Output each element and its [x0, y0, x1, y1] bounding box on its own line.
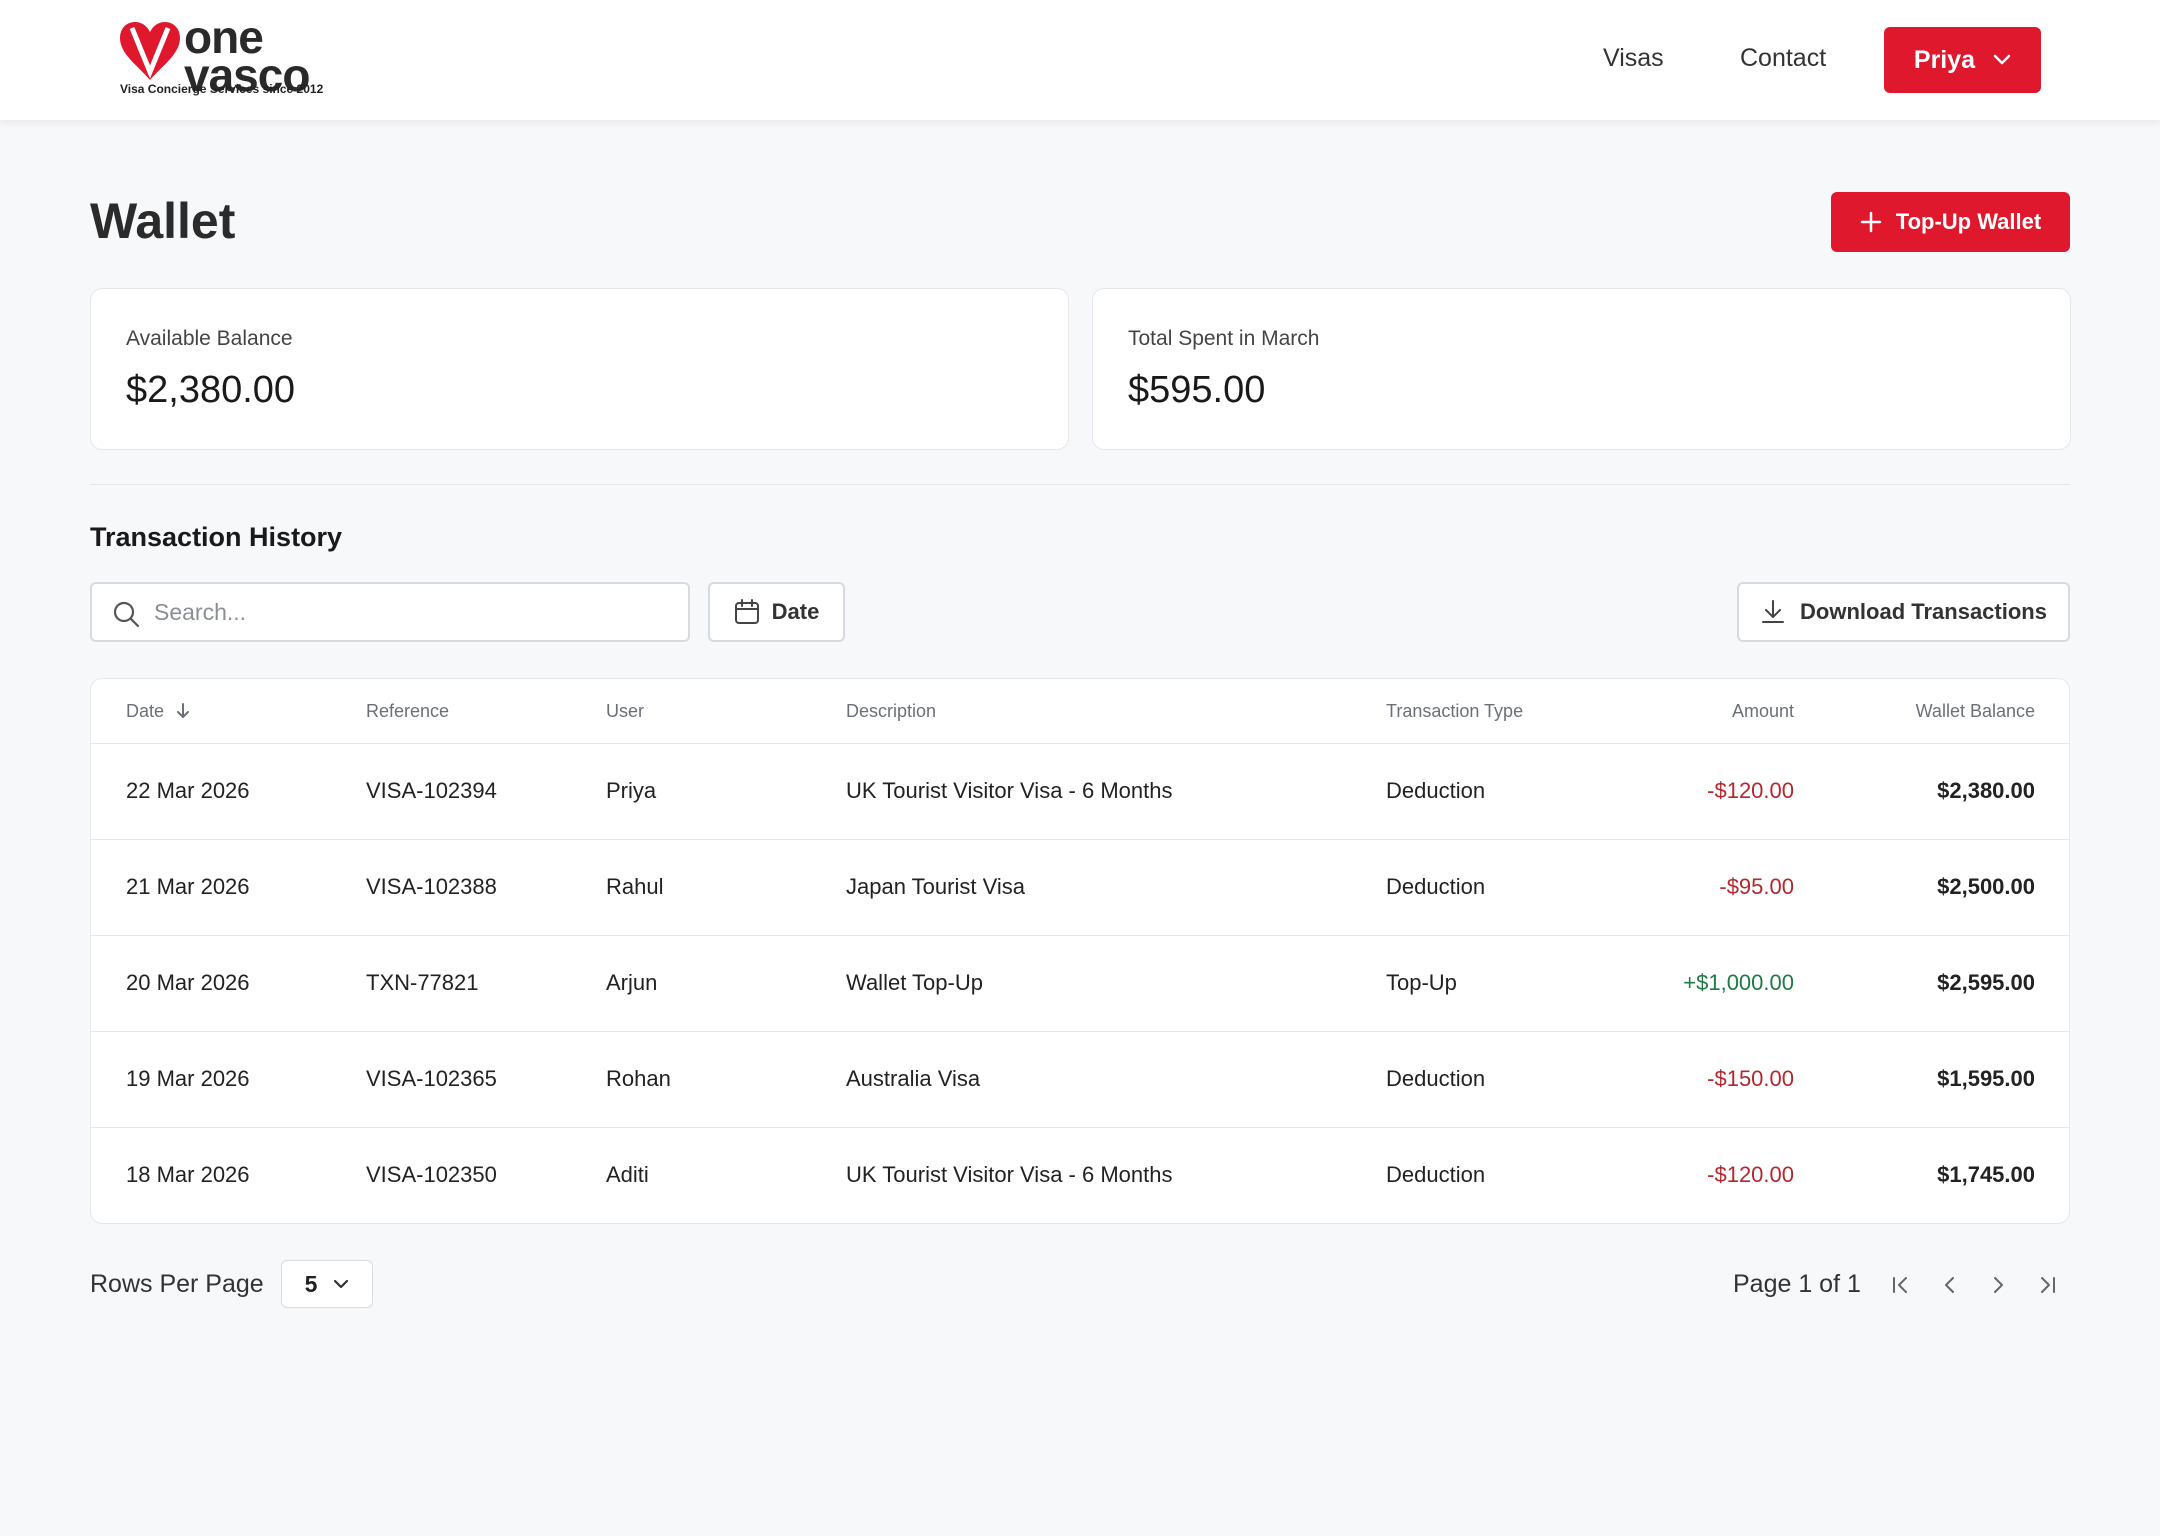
nav-link-visas[interactable]: Visas	[1603, 44, 1664, 73]
first-page-button[interactable]	[1886, 1270, 1916, 1300]
cell-wallet-balance: $1,595.00	[1937, 1066, 2035, 1091]
table-row[interactable]: 18 Mar 2026 VISA-102350 Aditi UK Tourist…	[91, 1128, 2069, 1223]
cell-amount: -$95.00	[1719, 874, 1794, 899]
cell-description: Australia Visa	[846, 1066, 981, 1091]
cell-amount: -$120.00	[1707, 1162, 1794, 1187]
next-page-button[interactable]	[1983, 1270, 2013, 1300]
cell-transaction-type: Deduction	[1386, 874, 1486, 899]
nav-link-contact[interactable]: Contact	[1740, 44, 1826, 73]
cell-amount: -$150.00	[1707, 1066, 1794, 1091]
user-menu-label: Priya	[1913, 45, 1976, 74]
cell-description: UK Tourist Visitor Visa - 6 Months	[846, 1162, 1173, 1187]
date-filter-label: Date	[771, 599, 820, 624]
search-input[interactable]	[154, 594, 674, 630]
column-header-wallet-balance: Wallet Balance	[1915, 701, 2035, 721]
column-header-date-label: Date	[126, 701, 165, 721]
transaction-history-title: Transaction History	[90, 522, 343, 552]
section-divider	[90, 484, 2070, 485]
cell-amount: -$120.00	[1707, 778, 1794, 803]
cell-description: UK Tourist Visitor Visa - 6 Months	[846, 778, 1173, 803]
table-row[interactable]: 22 Mar 2026 VISA-102394 Priya UK Tourist…	[91, 744, 2069, 840]
cell-user: Priya	[606, 778, 657, 803]
chevron-down-icon	[334, 1279, 349, 1289]
top-navigation-bar: one vasco Visa Concierge Services since …	[0, 0, 2160, 120]
chevrons-first-icon	[1893, 1277, 1907, 1293]
calendar-icon	[734, 599, 759, 624]
onevasco-logo[interactable]: one vasco Visa Concierge Services since …	[118, 14, 338, 102]
column-header-date[interactable]: Date	[126, 701, 191, 722]
download-transactions-button[interactable]: Download Transactions	[1737, 582, 2070, 642]
cell-reference: VISA-102394	[366, 778, 497, 803]
page-info: Page 1 of 1	[1733, 1270, 1861, 1298]
heart-logo-icon	[120, 22, 180, 80]
chevrons-last-icon	[2041, 1277, 2055, 1293]
cell-description: Wallet Top-Up	[846, 970, 983, 995]
last-page-button[interactable]	[2032, 1270, 2062, 1300]
cell-wallet-balance: $1,745.00	[1937, 1162, 2035, 1187]
total-spent-value: $595.00	[1128, 369, 1266, 411]
table-row[interactable]: 20 Mar 2026 TXN-77821 Arjun Wallet Top-U…	[91, 936, 2069, 1032]
cell-date: 22 Mar 2026	[126, 778, 250, 803]
column-header-transaction-type: Transaction Type	[1386, 701, 1524, 721]
cell-transaction-type: Deduction	[1386, 778, 1486, 803]
cell-date: 20 Mar 2026	[126, 970, 250, 995]
chevron-right-icon	[1994, 1277, 2003, 1293]
total-spent-card: Total Spent in March $595.00	[1092, 288, 2071, 450]
available-balance-label: Available Balance	[126, 327, 293, 350]
page-title: Wallet	[90, 193, 236, 249]
column-header-description: Description	[846, 701, 937, 721]
cell-transaction-type: Top-Up	[1386, 970, 1457, 995]
cell-reference: TXN-77821	[366, 970, 479, 995]
top-up-wallet-label: Top-Up Wallet	[1895, 209, 2042, 234]
column-header-reference: Reference	[366, 701, 450, 721]
cell-date: 19 Mar 2026	[126, 1066, 250, 1091]
rows-per-page-select[interactable]: 5	[281, 1260, 373, 1308]
search-field[interactable]	[90, 582, 690, 642]
cell-reference: VISA-102388	[366, 874, 497, 899]
transactions-table: Date Reference User Description Transact…	[90, 678, 2070, 1224]
plus-icon	[1860, 211, 1882, 233]
cell-reference: VISA-102365	[366, 1066, 497, 1091]
total-spent-label: Total Spent in March	[1128, 327, 1320, 350]
cell-wallet-balance: $2,500.00	[1937, 874, 2035, 899]
cell-transaction-type: Deduction	[1386, 1066, 1486, 1091]
column-header-amount: Amount	[1731, 701, 1794, 721]
arrow-down-icon	[177, 703, 190, 718]
cell-user: Arjun	[606, 970, 658, 995]
cell-wallet-balance: $2,380.00	[1937, 778, 2035, 803]
available-balance-card: Available Balance $2,380.00	[90, 288, 1069, 450]
cell-date: 21 Mar 2026	[126, 874, 250, 899]
table-row[interactable]: 19 Mar 2026 VISA-102365 Rohan Australia …	[91, 1032, 2069, 1128]
user-menu-button[interactable]: Priya	[1884, 27, 2041, 93]
table-row[interactable]: 21 Mar 2026 VISA-102388 Rahul Japan Tour…	[91, 840, 2069, 936]
download-transactions-label: Download Transactions	[1800, 599, 2047, 624]
rows-per-page-value: 5	[304, 1270, 318, 1297]
previous-page-button[interactable]	[1935, 1270, 1965, 1300]
cell-date: 18 Mar 2026	[126, 1162, 250, 1187]
top-up-wallet-button[interactable]: Top-Up Wallet	[1831, 192, 2070, 252]
cell-wallet-balance: $2,595.00	[1937, 970, 2035, 995]
cell-amount: +$1,000.00	[1683, 970, 1794, 995]
available-balance-value: $2,380.00	[126, 369, 296, 411]
date-filter-button[interactable]: Date	[708, 582, 845, 642]
cell-user: Rohan	[606, 1066, 671, 1091]
cell-user: Aditi	[606, 1162, 649, 1187]
table-header: Date Reference User Description Transact…	[91, 679, 2069, 744]
cell-transaction-type: Deduction	[1386, 1162, 1486, 1187]
column-header-user: User	[606, 701, 645, 721]
cell-user: Rahul	[606, 874, 664, 899]
chevron-down-icon	[1993, 54, 2011, 65]
search-icon	[113, 601, 140, 628]
logo-tagline: Visa Concierge Services since 2012	[120, 82, 324, 96]
rows-per-page-label: Rows Per Page	[90, 1270, 264, 1298]
cell-description: Japan Tourist Visa	[846, 874, 1025, 899]
chevron-left-icon	[1945, 1277, 1954, 1293]
download-icon	[1762, 600, 1785, 623]
cell-reference: VISA-102350	[366, 1162, 497, 1187]
